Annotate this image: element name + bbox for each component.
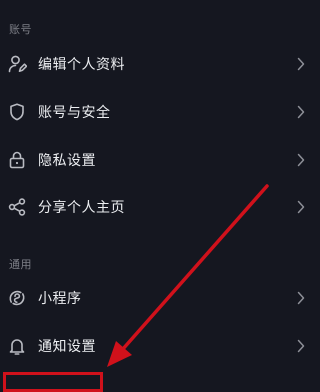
settings-item-label: 分享个人主页 [38, 200, 125, 216]
bell-icon [7, 336, 27, 356]
settings-item-label: 隐私设置 [38, 153, 96, 169]
chevron-right-icon [296, 152, 306, 168]
settings-item-label: 小程序 [38, 291, 82, 307]
settings-item-privacy[interactable]: 隐私设置 [0, 136, 320, 184]
lock-icon [7, 150, 27, 170]
chevron-right-icon [296, 199, 306, 215]
chevron-right-icon [296, 338, 306, 354]
settings-item-label: 编辑个人资料 [38, 57, 125, 73]
mini-program-icon [7, 288, 27, 308]
shield-icon [7, 102, 27, 122]
chevron-right-icon [296, 104, 306, 120]
user-edit-icon [7, 54, 27, 74]
settings-item-mini-program[interactable]: 小程序 [0, 274, 320, 322]
settings-item-notifications[interactable]: 通知设置 [0, 322, 320, 370]
annotation-highlight-box [3, 372, 103, 392]
share-icon [7, 197, 27, 217]
settings-screen: 账号 编辑个人资料 账号与安全 隐私设置 分享个人主页 通用 小程序 通知设置 [0, 0, 320, 381]
chevron-right-icon [296, 290, 306, 306]
settings-item-account-security[interactable]: 账号与安全 [0, 88, 320, 136]
section-header-general: 通用 [9, 258, 32, 271]
settings-item-edit-profile[interactable]: 编辑个人资料 [0, 40, 320, 88]
chevron-right-icon [296, 56, 306, 72]
settings-item-label: 账号与安全 [38, 105, 111, 121]
settings-item-label: 通知设置 [38, 339, 96, 355]
section-header-account: 账号 [9, 23, 32, 36]
settings-item-share-profile[interactable]: 分享个人主页 [0, 183, 320, 231]
